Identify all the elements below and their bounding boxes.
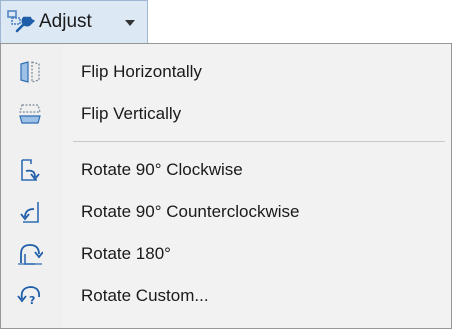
- adjust-label: Adjust: [39, 11, 92, 32]
- menu-item-label: Flip Horizontally: [81, 62, 202, 81]
- menu-item-rotate-clockwise[interactable]: Rotate 90° Clockwise: [1, 150, 451, 190]
- menu-item-label: Rotate 90° Counterclockwise: [81, 202, 300, 221]
- wrench-icon: [7, 10, 35, 33]
- menu-item-label: Rotate Custom...: [81, 286, 209, 305]
- adjust-menu: Flip Horizontally Flip Vertically Rotate…: [0, 43, 452, 329]
- svg-text:?: ?: [29, 294, 35, 307]
- flip-vertical-icon: [19, 104, 41, 124]
- menu-separator: [73, 141, 445, 142]
- chevron-down-icon: [125, 20, 135, 26]
- menu-item-rotate-counterclockwise[interactable]: Rotate 90° Counterclockwise: [1, 192, 451, 232]
- rotate-counterclockwise-icon: [20, 202, 39, 223]
- menu-item-label: Rotate 180°: [81, 244, 171, 263]
- menu-item-label: Flip Vertically: [81, 104, 182, 123]
- rotate-180-icon: [18, 244, 43, 265]
- adjust-dropdown-button[interactable]: Adjust: [0, 0, 148, 44]
- menu-item-label: Rotate 90° Clockwise: [81, 160, 243, 179]
- rotate-custom-icon: ?: [17, 286, 40, 307]
- flip-horizontal-icon: [20, 61, 40, 83]
- rotate-clockwise-icon: [21, 159, 40, 181]
- menu-item-rotate-custom[interactable]: ? Rotate Custom...: [1, 276, 451, 316]
- menu-item-rotate-180[interactable]: Rotate 180°: [1, 234, 451, 274]
- menu-item-flip-vertically[interactable]: Flip Vertically: [1, 94, 451, 134]
- menu-item-flip-horizontally[interactable]: Flip Horizontally: [1, 52, 451, 92]
